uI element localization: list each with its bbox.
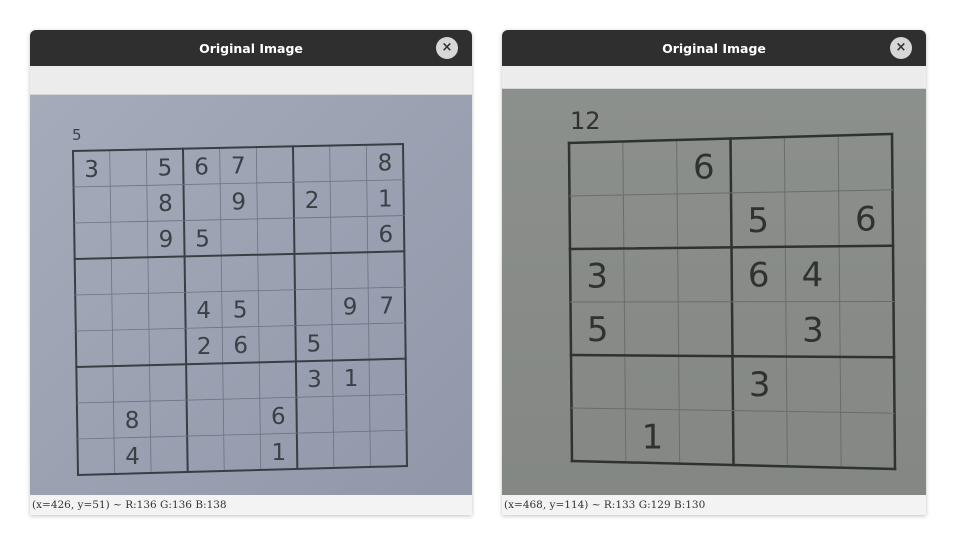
- grid-box-line: [291, 145, 299, 471]
- grid-cell-line: [219, 147, 225, 472]
- window-titlebar[interactable]: Original Image ×: [30, 30, 472, 66]
- sudoku-cell-digit: 5: [195, 226, 210, 252]
- image-window-1: Original Image × 5 356788921956459726531…: [30, 30, 472, 515]
- sudoku-cell-digit: 5: [158, 155, 173, 181]
- sudoku-cell-digit: 6: [378, 222, 393, 248]
- sudoku-cell-digit: 2: [305, 188, 320, 214]
- sudoku-cell-digit: 4: [802, 255, 824, 295]
- window-toolbar: [30, 66, 472, 95]
- image-window-2: Original Image × 12 6563645331 (x=468, y…: [502, 30, 926, 515]
- sudoku-cell-digit: 7: [379, 294, 394, 320]
- sudoku-image-9x9[interactable]: 5 3567889219564597265318641: [30, 95, 472, 495]
- window-title: Original Image: [662, 40, 766, 56]
- sudoku-cell-digit: 6: [271, 404, 286, 430]
- sudoku-cell-digit: 1: [344, 366, 359, 392]
- grid-box-line: [73, 250, 406, 261]
- sudoku-cell-digit: 9: [159, 227, 174, 253]
- grid-cell-line: [109, 149, 115, 475]
- pixel-info-status: (x=468, y=114) ~ R:133 G:129 B:130: [502, 495, 926, 515]
- sudoku-cell-digit: 9: [231, 190, 246, 216]
- grid-box-line: [71, 149, 80, 477]
- sudoku-cell-digit: 1: [271, 440, 286, 466]
- sudoku-cell-digit: 6: [748, 256, 770, 296]
- sudoku-cell-digit: 9: [343, 295, 358, 321]
- sudoku-cell-digit: 1: [378, 186, 393, 212]
- window-toolbar: [502, 66, 926, 89]
- sudoku-cell-digit: 6: [194, 155, 209, 181]
- window-titlebar[interactable]: Original Image ×: [502, 30, 926, 66]
- sudoku-cell-digit: 6: [693, 148, 715, 188]
- grid-cell-line: [365, 144, 371, 468]
- grid-cell-line: [569, 300, 895, 303]
- page-number-label: 5: [72, 126, 82, 144]
- sudoku-cell-digit: 5: [747, 201, 769, 241]
- sudoku-cell-digit: 1: [642, 417, 664, 457]
- sudoku-image-6x6[interactable]: 12 6563645331: [502, 89, 926, 495]
- sudoku-cell-digit: 8: [158, 191, 173, 217]
- pixel-info-status: (x=426, y=51) ~ R:136 G:136 B:138: [30, 495, 472, 515]
- sudoku-cell-digit: 4: [196, 298, 211, 324]
- sudoku-cell-digit: 2: [197, 334, 212, 360]
- sudoku-cell-digit: 4: [125, 444, 140, 470]
- grid-cell-line: [145, 149, 152, 474]
- window-title: Original Image: [199, 40, 303, 56]
- sudoku-cell-digit: 8: [125, 408, 140, 434]
- grid-box-line: [568, 244, 895, 251]
- page-number-label: 12: [570, 107, 601, 135]
- sudoku-cell-digit: 6: [233, 333, 248, 359]
- sudoku-cell-digit: 7: [231, 154, 246, 180]
- sudoku-cell-digit: 5: [587, 310, 609, 350]
- grid-cell-line: [75, 322, 406, 332]
- grid-box-line: [401, 142, 409, 468]
- sudoku-cell-digit: 3: [307, 367, 322, 393]
- grid-cell-line: [73, 179, 404, 188]
- close-icon[interactable]: ×: [436, 37, 458, 59]
- grid-cell-line: [255, 146, 262, 471]
- sudoku-cell-digit: 3: [84, 157, 99, 183]
- grid-box-line: [181, 147, 189, 474]
- sudoku-cell-digit: 3: [802, 310, 824, 350]
- sudoku-cell-digit: 5: [307, 331, 322, 357]
- sudoku-cell-digit: 5: [233, 297, 248, 323]
- sudoku-photo-9x9: 5 3 5 6 7 88 9 2 19 5 64 5 9 72 6 53 18 64 1: [71, 126, 409, 477]
- sudoku-cell-digit: 8: [378, 151, 393, 177]
- sudoku-cell-digit: 3: [586, 257, 608, 297]
- grid-cell-line: [329, 145, 335, 469]
- sudoku-photo-6x6: 12 65 63 6 45 331: [567, 107, 897, 471]
- sudoku-cell-digit: 3: [749, 365, 771, 405]
- grid-cell-line: [76, 394, 407, 404]
- grid-box-line: [71, 142, 405, 153]
- grid-box-line: [569, 353, 896, 359]
- grid-cell-line: [73, 215, 405, 224]
- close-icon[interactable]: ×: [890, 37, 912, 59]
- sudoku-cell-digit: 6: [855, 199, 877, 239]
